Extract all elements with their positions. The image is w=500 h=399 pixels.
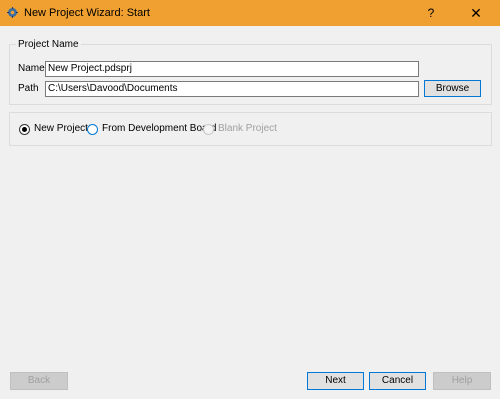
cancel-button[interactable]: Cancel [369,372,426,390]
radio-unchecked-icon [87,123,98,135]
radio-new-project[interactable]: New Project [19,122,88,136]
path-field[interactable]: C:\Users\Davood\Documents [45,81,419,97]
radio-from-development-board[interactable]: From Development Board [87,122,217,136]
radio-from-development-board-label: From Development Board [102,123,217,134]
gear-app-icon [7,7,18,18]
window-title: New Project Wizard: Start [24,7,150,19]
radio-disabled-icon [203,123,214,135]
name-label: Name [18,63,45,74]
name-field[interactable]: New Project.pdsprj [45,61,419,77]
help-button[interactable]: Help [433,372,491,390]
help-icon[interactable]: ? [416,0,446,26]
project-name-group-title: Project Name [16,39,81,51]
close-icon[interactable]: ✕ [461,0,491,26]
back-button[interactable]: Back [10,372,68,390]
radio-blank-project: Blank Project [203,122,277,136]
next-button[interactable]: Next [307,372,364,390]
radio-blank-project-label: Blank Project [218,123,277,134]
browse-button[interactable]: Browse [424,80,481,97]
title-bar[interactable]: New Project Wizard: Start ? ✕ [0,0,500,26]
path-label: Path [18,83,39,94]
radio-checked-icon [19,123,30,135]
radio-new-project-label: New Project [34,123,88,134]
